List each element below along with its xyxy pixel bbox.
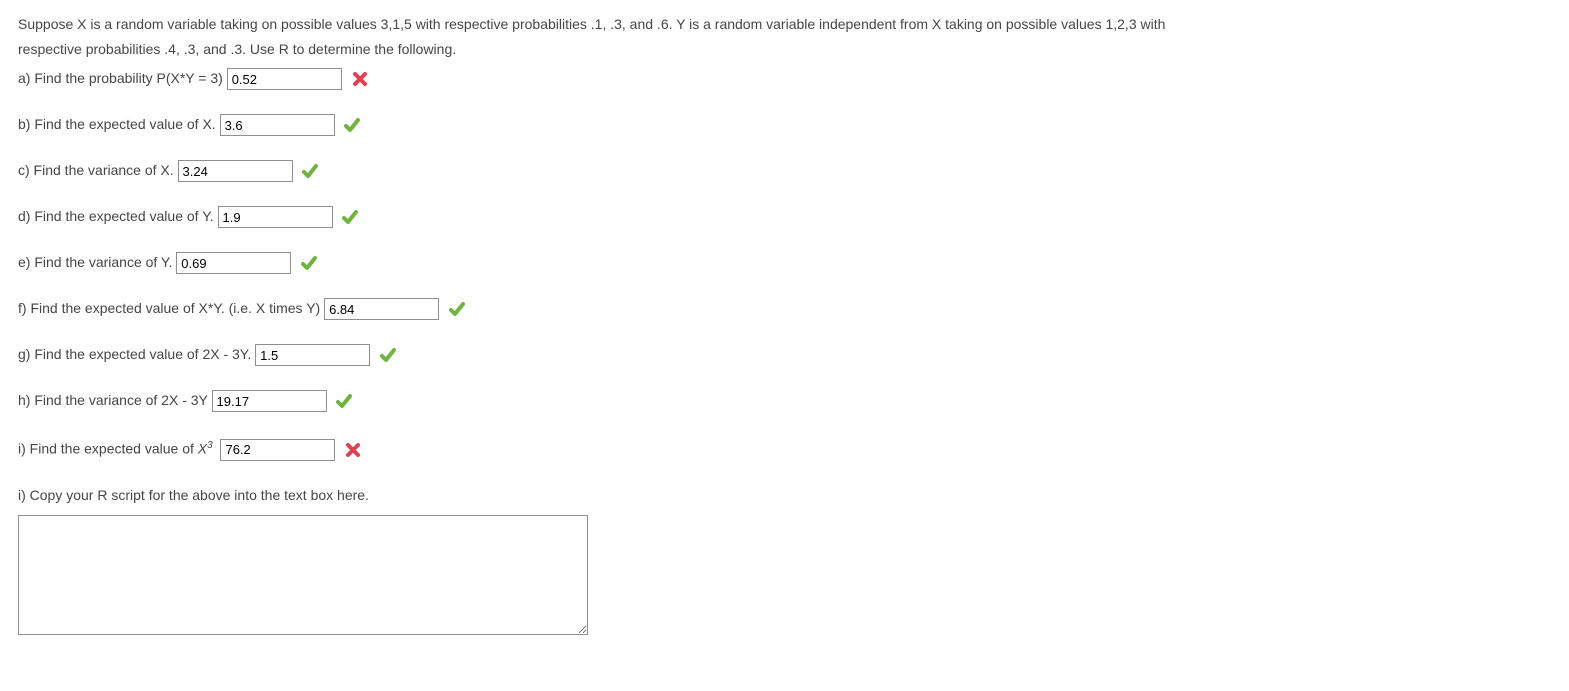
correct-icon — [336, 393, 352, 409]
question-g-input[interactable] — [255, 344, 370, 366]
question-i: i) Find the expected value of X3 — [18, 432, 1551, 463]
wrong-icon — [345, 442, 361, 458]
question-h-input[interactable] — [212, 390, 327, 412]
wrong-icon — [352, 71, 368, 87]
question-e: e) Find the variance of Y. — [18, 248, 1551, 276]
question-d: d) Find the expected value of Y. — [18, 202, 1551, 230]
question-f-input[interactable] — [324, 298, 439, 320]
question-d-label: d) Find the expected value of Y. — [18, 208, 214, 224]
question-c-label: c) Find the variance of X. — [18, 162, 174, 178]
question-c: c) Find the variance of X. — [18, 156, 1551, 184]
question-d-input[interactable] — [218, 206, 333, 228]
question-g: g) Find the expected value of 2X - 3Y. — [18, 340, 1551, 368]
problem-intro-line1: Suppose X is a random variable taking on… — [18, 14, 1551, 35]
question-i-xvar: X — [198, 441, 207, 457]
question-i-exponent: 3 — [207, 440, 213, 451]
question-c-input[interactable] — [178, 160, 293, 182]
question-b-input[interactable] — [220, 114, 335, 136]
question-b-label: b) Find the expected value of X. — [18, 116, 216, 132]
problem-intro-line2: respective probabilities .4, .3, and .3.… — [18, 39, 1551, 60]
question-h-label: h) Find the variance of 2X - 3Y — [18, 392, 208, 408]
r-script-textarea[interactable] — [18, 515, 588, 635]
correct-icon — [380, 347, 396, 363]
question-f: f) Find the expected value of X*Y. (i.e.… — [18, 294, 1551, 322]
question-h: h) Find the variance of 2X - 3Y — [18, 386, 1551, 414]
correct-icon — [301, 255, 317, 271]
question-a: a) Find the probability P(X*Y = 3) — [18, 64, 1551, 92]
question-f-label: f) Find the expected value of X*Y. (i.e.… — [18, 300, 320, 316]
question-script-label: i) Copy your R script for the above into… — [18, 487, 369, 503]
correct-icon — [344, 117, 360, 133]
question-b: b) Find the expected value of X. — [18, 110, 1551, 138]
question-i-input[interactable] — [220, 439, 335, 461]
question-e-input[interactable] — [176, 252, 291, 274]
question-a-input[interactable] — [227, 68, 342, 90]
question-script: i) Copy your R script for the above into… — [18, 481, 1551, 635]
correct-icon — [449, 301, 465, 317]
question-i-label-prefix: i) Find the expected value of — [18, 441, 198, 457]
correct-icon — [342, 209, 358, 225]
question-g-label: g) Find the expected value of 2X - 3Y. — [18, 346, 251, 362]
question-a-label: a) Find the probability P(X*Y = 3) — [18, 70, 223, 86]
question-e-label: e) Find the variance of Y. — [18, 254, 172, 270]
correct-icon — [302, 163, 318, 179]
